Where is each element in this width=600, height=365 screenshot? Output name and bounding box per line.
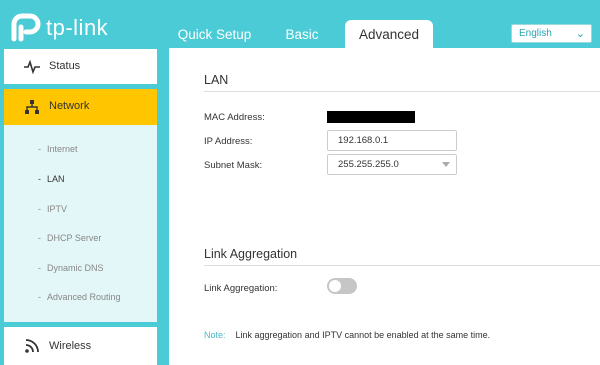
submenu-item-dhcp-server[interactable]: - DHCP Server [38, 233, 101, 243]
link-aggregation-divider [204, 265, 600, 266]
mac-address-label: MAC Address: [204, 112, 265, 123]
lan-section-title: LAN [204, 73, 229, 87]
subnet-mask-label: Subnet Mask: [204, 160, 263, 171]
lan-section-divider [204, 91, 600, 92]
sidebar-item-wireless-label: Wireless [49, 340, 92, 352]
sidebar-item-status[interactable]: Status [4, 49, 157, 84]
note-text: Note: Link aggregation and IPTV cannot be… [204, 330, 490, 340]
language-select[interactable]: English ⌄ [511, 24, 592, 43]
subnet-mask-select[interactable]: 255.255.255.0 [327, 154, 457, 175]
main-panel: LAN MAC Address: IP Address: 192.168.0.1… [169, 48, 600, 365]
tp-link-logo: tp-link [8, 8, 108, 48]
wireless-icon [25, 339, 39, 353]
subnet-mask-value: 255.255.255.0 [338, 159, 399, 170]
ip-address-input[interactable]: 192.168.0.1 [327, 130, 457, 151]
tab-advanced[interactable]: Advanced [345, 20, 433, 48]
tp-link-logo-icon [11, 13, 41, 42]
pulse-icon [24, 59, 40, 75]
sidebar-item-wireless[interactable]: Wireless [4, 327, 157, 365]
dropdown-caret-icon [442, 162, 450, 167]
note-body: Link aggregation and IPTV cannot be enab… [235, 330, 491, 340]
mac-address-value-redacted [327, 111, 415, 123]
ip-address-value: 192.168.0.1 [338, 135, 389, 146]
network-submenu: - Internet - LAN - IPTV - DHCP Server - Dynam… [4, 125, 157, 322]
link-aggregation-section-title: Link Aggregation [204, 247, 298, 261]
submenu-item-lan[interactable]: - LAN [38, 174, 65, 184]
link-aggregation-label: Link Aggregation: [204, 283, 278, 294]
chevron-down-icon: ⌄ [575, 28, 585, 40]
ip-address-label: IP Address: [204, 136, 253, 147]
sidebar-item-network[interactable]: Network [4, 89, 157, 125]
submenu-item-dynamic-dns[interactable]: - Dynamic DNS [38, 263, 104, 273]
submenu-item-advanced-routing[interactable]: - Advanced Routing [38, 292, 121, 302]
tab-quick-setup[interactable]: Quick Setup [168, 20, 261, 48]
link-aggregation-toggle[interactable] [327, 278, 357, 294]
logo-text: tp-link [46, 15, 109, 40]
sidebar-item-status-label: Status [49, 60, 81, 72]
network-icon [25, 100, 39, 114]
submenu-item-iptv[interactable]: - IPTV [38, 204, 67, 214]
tab-basic[interactable]: Basic [261, 20, 343, 48]
toggle-knob [329, 280, 341, 292]
language-selected-value: English [519, 28, 552, 39]
submenu-item-internet[interactable]: - Internet [38, 144, 78, 154]
note-label: Note: [204, 330, 226, 340]
sidebar-item-network-label: Network [49, 100, 90, 112]
top-tabs: Quick Setup Basic Advanced [168, 20, 433, 48]
